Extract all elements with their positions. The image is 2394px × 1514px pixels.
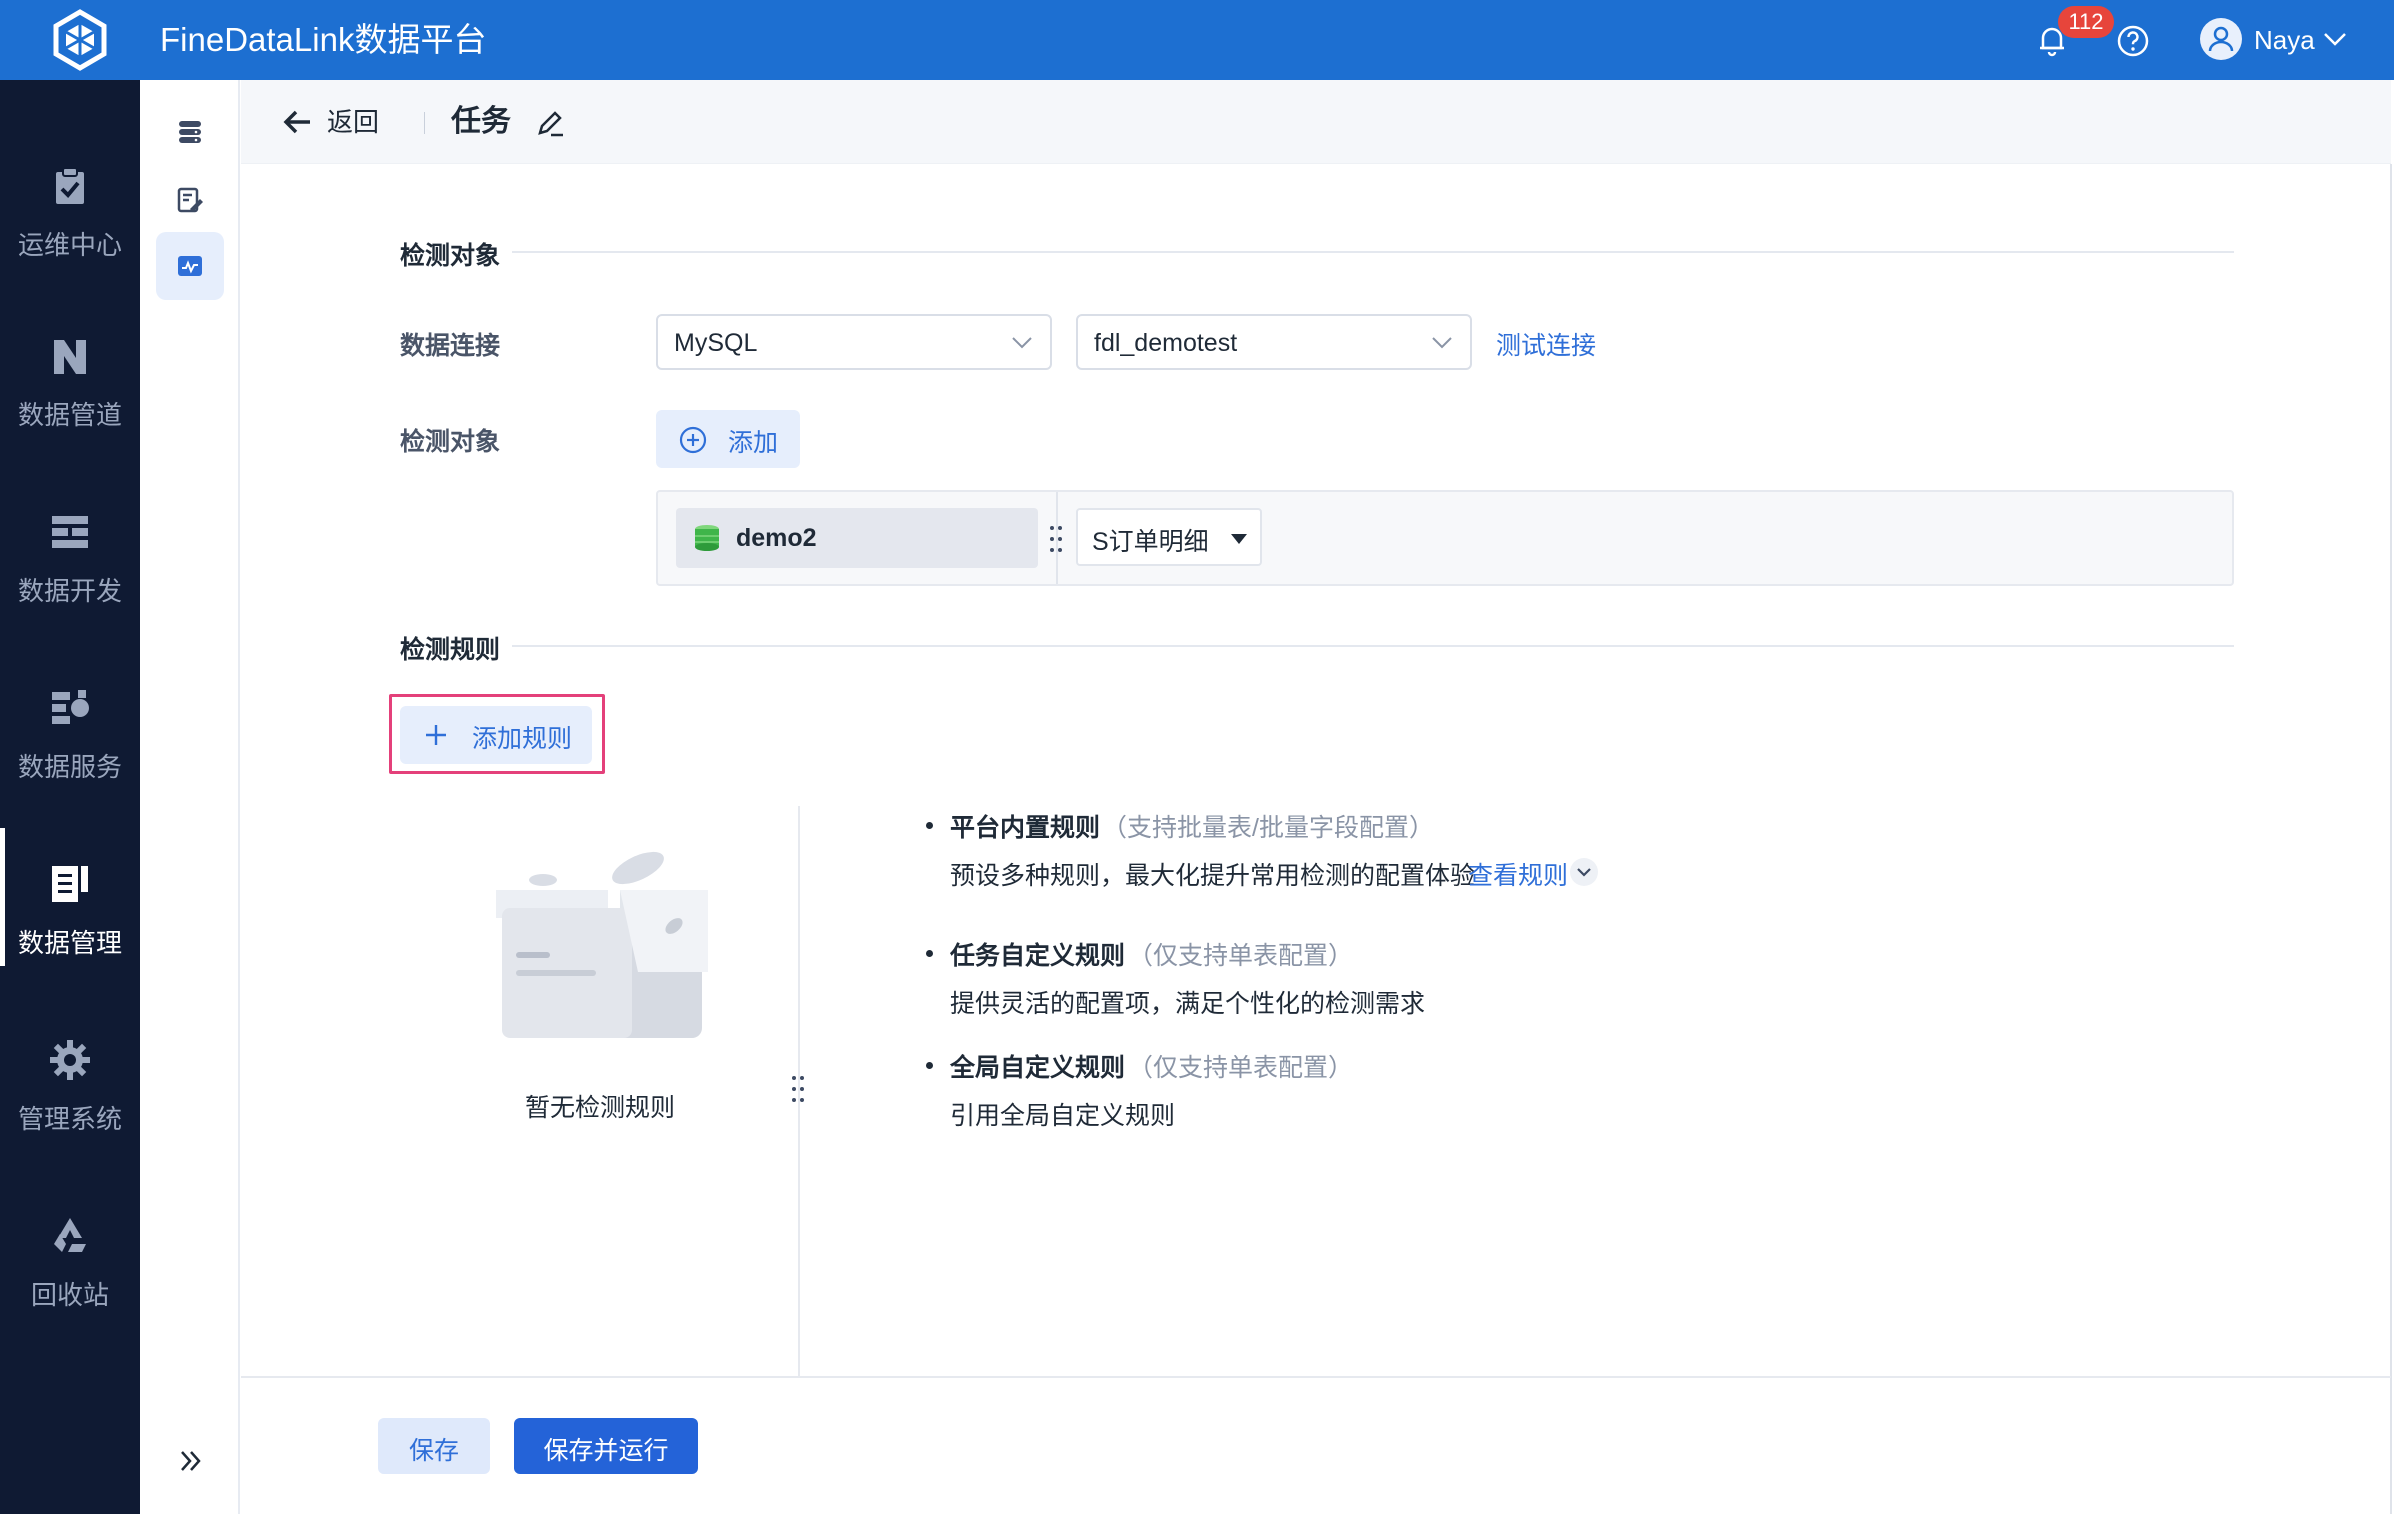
panel-divider (1056, 492, 1058, 584)
table-select[interactable]: S订单明细 (1076, 508, 1262, 566)
clipboard-check-icon (56, 167, 84, 204)
rule-note: （仅支持单表配置） (1128, 1054, 1354, 1082)
chevron-down-icon (1432, 337, 1452, 349)
develop-icon (52, 516, 88, 548)
rule-desc: 预设多种规则，最大化提升常用检测的配置体验 (950, 862, 1476, 890)
save-button[interactable]: 保存 (378, 1418, 490, 1474)
rule-desc: 提供灵活的配置项，满足个性化的检测需求 (950, 990, 1426, 1018)
rule-note: （支持批量表/批量字段配置） (1102, 814, 1434, 842)
edit-pencil-icon[interactable] (535, 108, 565, 138)
pipeline-icon (54, 340, 86, 374)
data-management-icon (52, 866, 88, 902)
page-title: 任务 (451, 105, 511, 138)
rule-note: （仅支持单表配置） (1128, 942, 1354, 970)
bullet (926, 950, 933, 957)
chevron-down-icon (1577, 868, 1591, 877)
page-header: 返回 任务 (241, 80, 2391, 164)
bullet (926, 1062, 933, 1069)
plus-circle-icon (679, 426, 707, 454)
empty-state-text: 暂无检测规则 (525, 1094, 676, 1122)
connection-label: 数据连接 (400, 332, 501, 360)
section-title-rules: 检测规则 (400, 636, 501, 664)
app-logo-icon[interactable] (48, 8, 112, 72)
empty-box-illustration-icon (496, 851, 708, 1038)
add-object-label: 添加 (728, 429, 779, 457)
test-connection-link[interactable]: 测试连接 (1496, 326, 1596, 362)
nav-item-label: 数据服务 (17, 752, 122, 782)
recycle-icon (54, 1218, 86, 1252)
chevron-down-icon[interactable] (2322, 28, 2348, 50)
service-icon (52, 690, 89, 724)
nav-item-label: 管理系统 (17, 1104, 122, 1134)
object-panel: demo2 S订单明细 (656, 490, 2234, 586)
data-quality-icon (178, 256, 202, 276)
user-name[interactable]: Naya (2254, 22, 2315, 58)
caret-down-icon (1231, 534, 1247, 544)
sidebar-monitor-button[interactable] (156, 232, 224, 300)
add-object-button[interactable]: 添加 (656, 410, 800, 468)
nav-item-label: 数据管道 (17, 400, 122, 430)
rule-name: 全局自定义规则 (950, 1054, 1126, 1082)
nav-item-develop[interactable]: 数据开发 (0, 456, 140, 632)
footer-divider (241, 1376, 2391, 1378)
expand-double-chevron-icon[interactable] (176, 1446, 206, 1476)
database-name: demo2 (736, 524, 817, 552)
save-and-run-button[interactable]: 保存并运行 (514, 1418, 698, 1474)
nav-item-pipeline[interactable]: 数据管道 (0, 280, 140, 456)
user-icon (2208, 26, 2234, 52)
section-divider (512, 645, 2234, 647)
save-label: 保存 (408, 1437, 459, 1465)
top-bar: FineDataLink数据平台 112 Naya (0, 0, 2394, 80)
sidebar-database-button[interactable] (156, 98, 224, 166)
rule-name: 平台内置规则 (950, 814, 1101, 842)
nav-item-recycle[interactable]: 回收站 (0, 1160, 140, 1336)
database-green-icon (695, 525, 719, 551)
nav-item-ops[interactable]: 运维中心 (0, 110, 140, 286)
section-title-objects: 检测对象 (400, 242, 501, 270)
rule-name: 任务自定义规则 (950, 942, 1126, 970)
database-icon (179, 121, 201, 143)
document-edit-icon (177, 187, 203, 213)
view-rules-link[interactable]: 查看规则 (1468, 856, 1568, 892)
nav-item-service[interactable]: 数据服务 (0, 632, 140, 808)
save-run-label: 保存并运行 (543, 1437, 669, 1465)
connection-select[interactable]: fdl_demotest (1076, 314, 1472, 370)
bullet (926, 822, 933, 829)
rule-desc: 引用全局自定义规则 (950, 1102, 1176, 1130)
gear-icon (50, 1040, 90, 1080)
secondary-sidebar (140, 80, 240, 1514)
object-label: 检测对象 (400, 428, 501, 456)
add-rule-label: 添加规则 (472, 725, 573, 753)
nav-item-system[interactable]: 管理系统 (0, 984, 140, 1160)
nav-item-label: 运维中心 (17, 230, 122, 260)
database-item[interactable]: demo2 (676, 508, 1038, 568)
db-type-value: MySQL (674, 329, 758, 357)
section-divider (512, 251, 2234, 253)
nav-item-label: 回收站 (30, 1280, 109, 1310)
arrow-left-icon[interactable] (281, 108, 313, 136)
main-nav: 运维中心 数据管道 数据开发 数据服务 数据管理 管理系统 回收站 (0, 80, 140, 1514)
plus-icon (426, 725, 446, 745)
db-type-select[interactable]: MySQL (656, 314, 1052, 370)
notification-badge: 112 (2058, 6, 2114, 38)
connection-value: fdl_demotest (1094, 329, 1238, 357)
nav-item-data-management[interactable]: 数据管理 (0, 808, 140, 984)
divider (424, 112, 425, 134)
content-border (2390, 164, 2392, 1514)
app-title: FineDataLink数据平台 (160, 21, 487, 58)
nav-item-label: 数据开发 (17, 576, 122, 606)
user-avatar[interactable] (2200, 18, 2242, 60)
add-rule-button[interactable]: 添加规则 (400, 706, 592, 764)
back-button[interactable]: 返回 (327, 104, 379, 140)
nav-item-label: 数据管理 (17, 928, 122, 958)
sidebar-edit-button[interactable] (156, 166, 224, 234)
help-icon[interactable] (2115, 23, 2151, 59)
split-divider (798, 806, 800, 1378)
table-name: S订单明细 (1092, 528, 1209, 556)
chevron-down-icon (1012, 337, 1032, 349)
view-rules-toggle[interactable] (1570, 858, 1598, 886)
